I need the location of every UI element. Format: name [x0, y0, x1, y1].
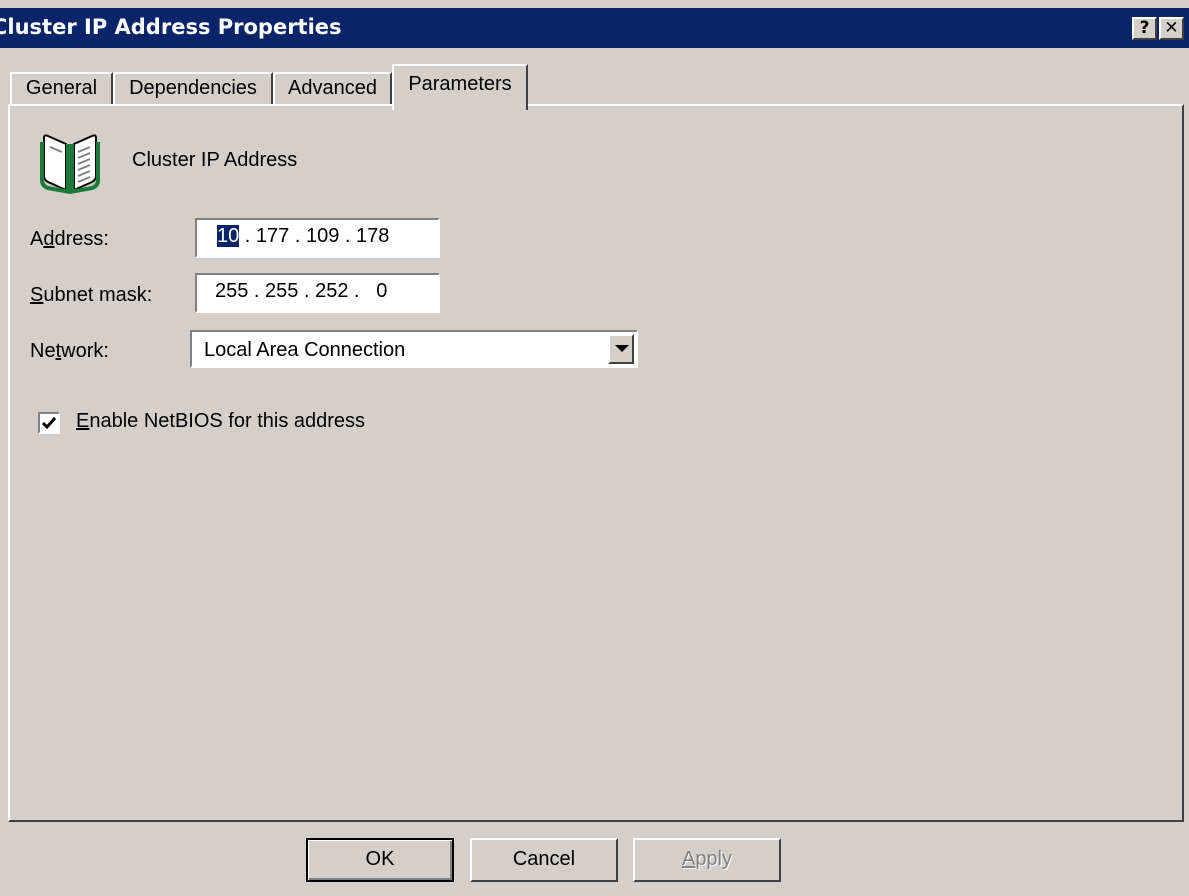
tab-parameters[interactable]: Parameters: [392, 64, 528, 110]
title-bar[interactable]: Cluster IP Address Properties ? ✕: [0, 8, 1189, 48]
address-octet-1[interactable]: 10: [217, 225, 240, 247]
chevron-down-icon: [615, 345, 629, 352]
network-select-value: Local Area Connection: [204, 339, 406, 361]
address-octet-3[interactable]: 109: [306, 225, 339, 247]
tab-advanced[interactable]: Advanced: [273, 72, 392, 104]
address-label: Address:: [30, 228, 109, 250]
cancel-button[interactable]: Cancel: [470, 838, 618, 882]
tab-panel: [8, 104, 1184, 822]
resource-name: Cluster IP Address: [132, 149, 298, 171]
network-label: Network:: [30, 340, 109, 362]
apply-button[interactable]: Apply: [633, 838, 781, 882]
close-icon: ✕: [1164, 18, 1179, 38]
subnet-input[interactable]: 255 . 255 . 252 . 0: [195, 273, 440, 313]
checkmark-icon: [42, 417, 56, 430]
close-button[interactable]: ✕: [1159, 17, 1184, 40]
tab-dependencies-label: Dependencies: [129, 77, 257, 99]
tab-general-label: General: [25, 77, 98, 99]
open-book-icon: [40, 130, 100, 199]
subnet-octet-1[interactable]: 255: [215, 280, 248, 302]
address-octet-4[interactable]: 178: [356, 225, 389, 247]
ok-button[interactable]: OK: [306, 838, 454, 882]
address-octet-2[interactable]: 177: [256, 225, 289, 247]
help-icon: ?: [1139, 18, 1150, 38]
netbios-checkbox[interactable]: [38, 412, 60, 434]
subnet-octet-4[interactable]: 0: [376, 280, 387, 302]
subnet-octet-3[interactable]: 252: [315, 280, 348, 302]
netbios-label[interactable]: Enable NetBIOS for this address: [76, 410, 365, 433]
tab-parameters-label: Parameters: [408, 73, 512, 95]
tab-advanced-label: Advanced: [288, 77, 377, 99]
tab-dependencies[interactable]: Dependencies: [113, 72, 273, 104]
help-button[interactable]: ?: [1132, 17, 1157, 40]
window-title: Cluster IP Address Properties: [0, 15, 342, 39]
properties-dialog: Cluster IP Address Properties ? ✕ Genera…: [0, 0, 1189, 896]
subnet-octet-2[interactable]: 255: [265, 280, 298, 302]
tab-general[interactable]: General: [10, 72, 113, 104]
subnet-label: Subnet mask:: [30, 284, 153, 306]
network-dropdown-button[interactable]: [608, 334, 634, 364]
network-select[interactable]: Local Area Connection: [190, 330, 638, 368]
address-input[interactable]: 10 . 177 . 109 . 178: [195, 218, 440, 258]
